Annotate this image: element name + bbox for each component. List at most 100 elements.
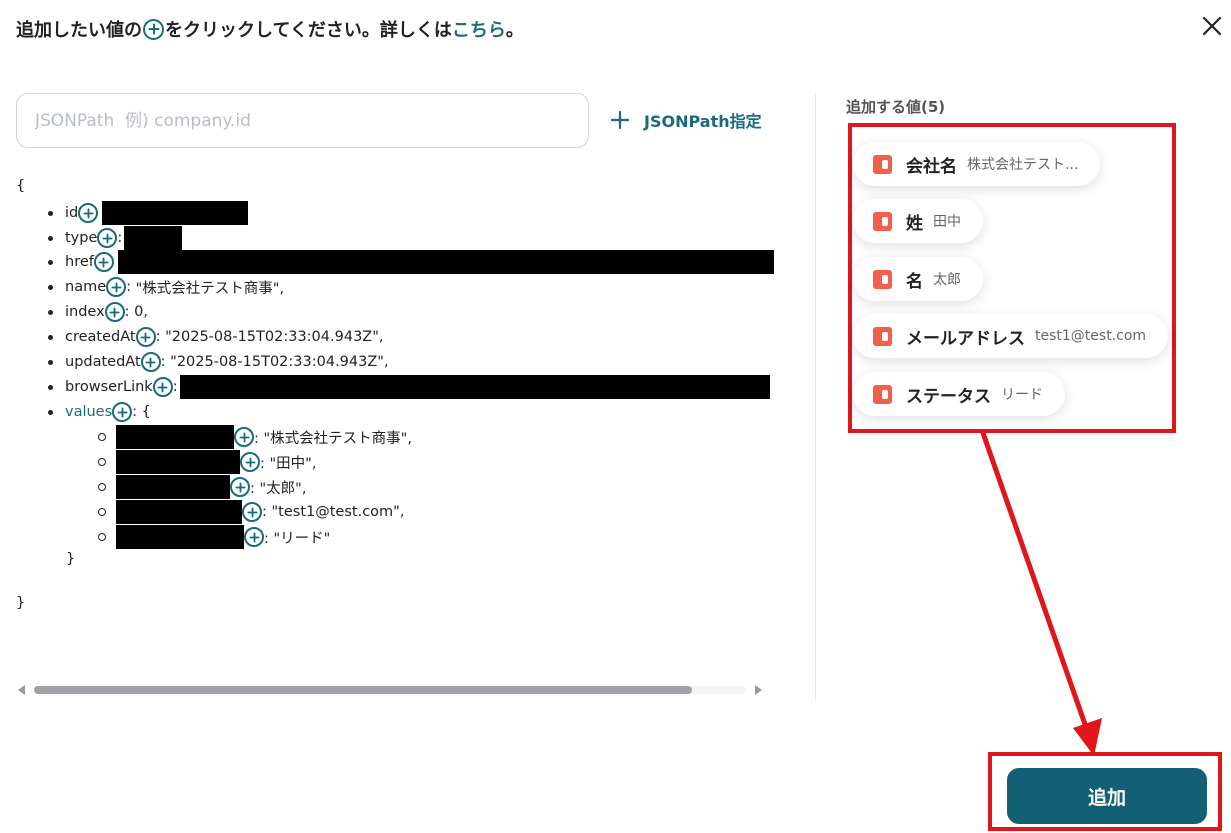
jsonpath-input[interactable] xyxy=(16,93,589,148)
plus-circle-icon[interactable] xyxy=(104,302,125,322)
jsonpath-add-label: JSONPath指定 xyxy=(644,112,762,131)
tree-value: : "株式会社テスト商事", xyxy=(254,430,412,447)
close-brace: } xyxy=(16,595,26,611)
tree-row-index: index : 0, xyxy=(48,301,148,323)
scroll-thumb[interactable] xyxy=(34,686,692,694)
app-logo-icon xyxy=(873,269,892,289)
tree-value: "2025-08-15T02:33:04.943Z", xyxy=(165,329,384,345)
tree-value: { xyxy=(141,404,151,420)
chip-label: 会社名 xyxy=(906,156,957,177)
bullet xyxy=(98,483,106,491)
tree-child-row: : "株式会社テスト商事", xyxy=(98,425,412,449)
tree-key: createdAt xyxy=(65,329,136,345)
add-button[interactable]: 追加 xyxy=(1007,768,1207,824)
chip-value: リード xyxy=(1001,387,1043,403)
tree-sep: : xyxy=(117,230,123,246)
tree-key: href xyxy=(65,254,94,270)
redacted-value xyxy=(124,226,183,250)
bullet xyxy=(48,210,53,216)
tree-key: type xyxy=(65,230,98,246)
tree-row-href: href xyxy=(48,250,774,274)
plus-circle-icon[interactable] xyxy=(106,277,127,297)
tree-row-id: id xyxy=(48,201,249,225)
tree-key: updatedAt xyxy=(65,354,141,370)
redacted-key xyxy=(116,425,234,449)
selected-value-chip[interactable]: ステータス リード xyxy=(853,372,1065,416)
redacted-key xyxy=(116,475,230,499)
redacted-value xyxy=(179,375,770,399)
bullet xyxy=(98,433,106,441)
selected-value-chip[interactable]: メールアドレス test1@test.com xyxy=(853,314,1169,358)
bullet xyxy=(98,533,106,541)
chip-label: 名 xyxy=(906,271,923,292)
chip-label: 姓 xyxy=(906,213,923,234)
redacted-value xyxy=(117,250,774,274)
plus-circle-icon[interactable] xyxy=(234,427,254,447)
plus-circle-icon[interactable] xyxy=(242,502,262,522)
plus-circle-icon[interactable] xyxy=(78,203,99,223)
scroll-right-icon[interactable] xyxy=(755,685,762,695)
panel-divider xyxy=(815,94,816,700)
tree-child-row: : "田中", xyxy=(98,450,316,474)
tree-sep: : xyxy=(132,404,142,420)
selected-value-chip[interactable]: 会社名 株式会社テスト... xyxy=(853,142,1101,186)
plus-circle-icon[interactable] xyxy=(112,402,133,422)
selected-value-chip[interactable]: 姓 田中 xyxy=(853,199,983,243)
tree-sep: : xyxy=(172,379,178,395)
bullet xyxy=(48,284,53,290)
tree-value: 0, xyxy=(134,304,149,320)
tree-sep: : xyxy=(155,329,166,345)
jsonpath-add-button[interactable]: JSONPath指定 xyxy=(610,106,762,134)
redacted-key xyxy=(116,525,244,549)
chip-label: ステータス xyxy=(906,386,991,407)
plus-icon xyxy=(610,110,630,130)
plus-circle-icon[interactable] xyxy=(152,377,173,397)
bullet xyxy=(48,309,53,315)
chip-value: 田中 xyxy=(933,214,961,230)
open-brace: { xyxy=(16,178,26,194)
tree-row-createdat: createdAt : "2025-08-15T02:33:04.943Z", xyxy=(48,326,384,348)
scroll-left-icon[interactable] xyxy=(18,685,25,695)
bullet xyxy=(98,458,106,466)
chip-value: 株式会社テスト... xyxy=(967,157,1079,173)
tree-key: browserLink xyxy=(65,379,153,395)
selected-value-chip[interactable]: 名 太郎 xyxy=(853,257,983,301)
tree-value: : "test1@test.com", xyxy=(262,504,405,520)
selected-values-title: 追加する値(5) xyxy=(846,98,946,116)
chip-value: test1@test.com xyxy=(1035,328,1147,344)
tree-sep: : xyxy=(126,279,136,295)
bullet xyxy=(48,359,53,365)
plus-circle-icon[interactable] xyxy=(135,327,156,347)
app-logo-icon xyxy=(873,211,892,231)
tree-row-values: values : { xyxy=(48,401,151,423)
tree-value: "2025-08-15T02:33:04.943Z", xyxy=(170,354,389,370)
tree-key: name xyxy=(65,279,107,295)
plus-circle-icon[interactable] xyxy=(97,228,118,248)
bullet xyxy=(48,235,53,241)
tree-row-name: name : "株式会社テスト商事", xyxy=(48,276,284,298)
redacted-value xyxy=(102,201,249,225)
app-logo-icon xyxy=(873,384,892,404)
tree-row-updatedat: updatedAt : "2025-08-15T02:33:04.943Z", xyxy=(48,351,389,373)
chip-label: メールアドレス xyxy=(906,328,1025,349)
tree-sep: : xyxy=(124,304,135,320)
close-button[interactable] xyxy=(1198,12,1226,40)
help-link[interactable]: こちら xyxy=(452,16,506,42)
tree-row-type: type : xyxy=(48,226,183,250)
plus-circle-icon[interactable] xyxy=(244,527,264,547)
bullet xyxy=(48,334,53,340)
redacted-key xyxy=(116,450,240,474)
horizontal-scrollbar[interactable] xyxy=(16,683,764,697)
close-icon xyxy=(1202,16,1222,36)
app-logo-icon xyxy=(873,154,892,174)
tree-key-values[interactable]: values xyxy=(65,404,112,420)
bullet xyxy=(48,259,53,265)
instruction-text: 追加したい値の をクリックしてください。詳しくは こちら 。 xyxy=(16,16,524,42)
bullet xyxy=(98,508,106,516)
plus-circle-icon[interactable] xyxy=(230,477,250,497)
instruction-part-1: 追加したい値の xyxy=(16,20,142,41)
plus-circle-icon[interactable] xyxy=(140,352,161,372)
instruction-end: 。 xyxy=(505,20,524,41)
plus-circle-icon[interactable] xyxy=(93,252,114,272)
plus-circle-icon[interactable] xyxy=(240,452,260,472)
